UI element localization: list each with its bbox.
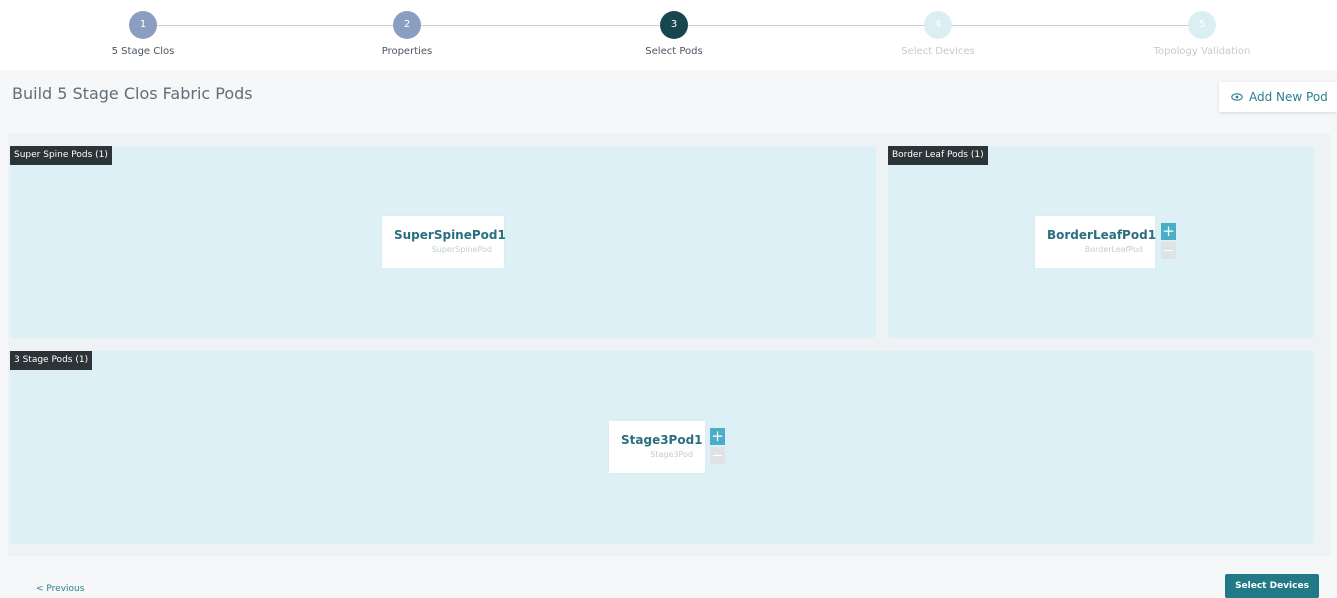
remove-stage3-pod-button[interactable] xyxy=(710,447,725,464)
super-spine-pod-card[interactable]: SuperSpinePod1 SuperSpinePod xyxy=(382,216,506,268)
step-label: 5 Stage Clos xyxy=(111,46,175,57)
wizard-stepper: 1 5 Stage Clos 2 Properties 3 Select Pod… xyxy=(0,0,1337,68)
section-tag: 3 Stage Pods (1) xyxy=(10,351,93,370)
pods-canvas: Super Spine Pods (1) SuperSpinePod1 Supe… xyxy=(8,134,1330,556)
step-select-devices: 4 Select Devices xyxy=(858,11,1018,57)
step-label: Properties xyxy=(381,46,433,57)
pod-type: BorderLeafPod xyxy=(1084,245,1143,254)
step-number: 4 xyxy=(924,11,952,39)
stage3-pods-section: 3 Stage Pods (1) Stage3Pod1 Stage3Pod + xyxy=(10,351,1314,544)
stage3-pod-card[interactable]: Stage3Pod1 Stage3Pod xyxy=(609,421,705,473)
step-select-pods[interactable]: 3 Select Pods xyxy=(594,11,754,57)
eye-icon xyxy=(1231,90,1243,104)
step-label: Select Pods xyxy=(645,46,703,57)
add-stage3-pod-button[interactable]: + xyxy=(710,428,725,445)
select-devices-button[interactable]: Select Devices xyxy=(1225,574,1319,598)
section-tag: Border Leaf Pods (1) xyxy=(888,146,988,165)
pods-page: Build 5 Stage Clos Fabric Pods Add New P… xyxy=(0,70,1337,598)
step-number: 2 xyxy=(393,11,421,39)
step-number: 5 xyxy=(1188,11,1216,39)
step-number: 1 xyxy=(129,11,157,39)
pod-type: SuperSpinePod xyxy=(431,245,492,254)
add-new-pod-label: Add New Pod xyxy=(1249,89,1328,104)
pod-type: Stage3Pod xyxy=(650,450,693,459)
step-label: Topology Validation xyxy=(1153,46,1251,57)
step-topology-validation: 5 Topology Validation xyxy=(1122,11,1282,57)
step-number: 3 xyxy=(660,11,688,39)
remove-border-leaf-pod-button[interactable] xyxy=(1161,242,1176,259)
section-tag: Super Spine Pods (1) xyxy=(10,146,112,165)
super-spine-pods-section: Super Spine Pods (1) SuperSpinePod1 Supe… xyxy=(10,146,876,338)
add-new-pod-button[interactable]: Add New Pod xyxy=(1219,82,1337,112)
pod-name: BorderLeafPod1 xyxy=(1047,228,1157,242)
border-leaf-pod-card[interactable]: BorderLeafPod1 BorderLeafPod xyxy=(1035,216,1157,268)
previous-link[interactable]: < Previous xyxy=(36,584,84,594)
add-border-leaf-pod-button[interactable]: + xyxy=(1161,223,1176,240)
border-leaf-pods-section: Border Leaf Pods (1) BorderLeafPod1 Bord… xyxy=(888,146,1314,338)
pod-name: Stage3Pod1 xyxy=(621,433,703,447)
pod-name: SuperSpinePod1 xyxy=(394,228,506,242)
step-label: Select Devices xyxy=(901,46,975,57)
page-title: Build 5 Stage Clos Fabric Pods xyxy=(12,84,253,103)
step-5-stage-clos[interactable]: 1 5 Stage Clos xyxy=(63,11,223,57)
step-properties[interactable]: 2 Properties xyxy=(327,11,487,57)
